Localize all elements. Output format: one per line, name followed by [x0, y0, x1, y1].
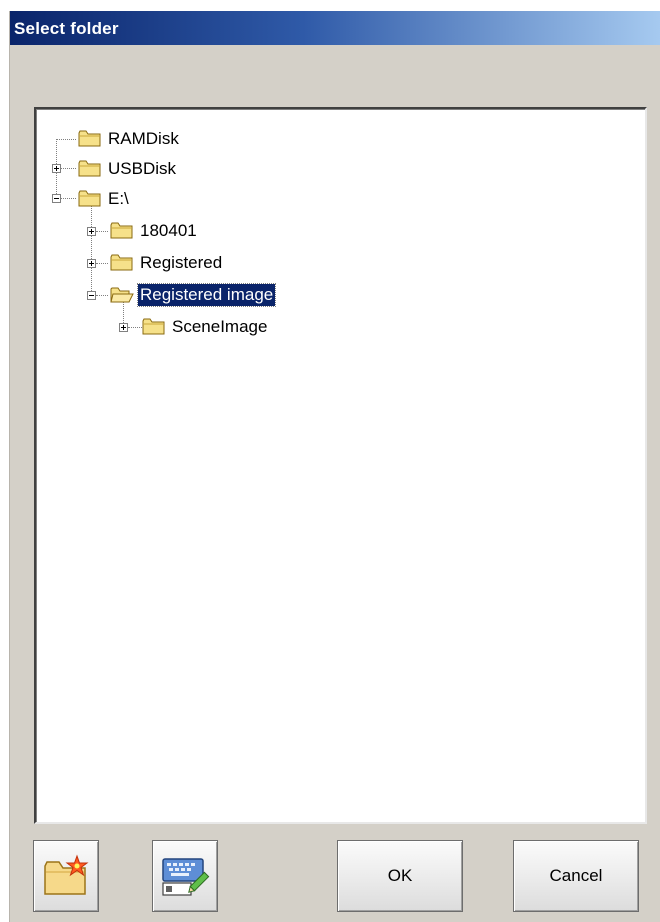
folder-icon: [78, 130, 101, 147]
window-title: Select folder: [14, 19, 119, 38]
tree-line: [96, 295, 108, 296]
folder-icon: [78, 190, 101, 207]
tree-node-label: E:\: [108, 189, 129, 208]
title-bar[interactable]: Select folder: [10, 11, 660, 45]
tree-node-label: USBDisk: [108, 159, 177, 178]
folder-tree[interactable]: RAMDisk USBDisk E:\ 180401 Registered Re…: [34, 107, 647, 824]
folder-icon: [110, 222, 133, 239]
tree-line: [61, 168, 76, 169]
tree-node-label: SceneImage: [172, 317, 268, 336]
ok-button[interactable]: OK: [337, 840, 463, 912]
new-folder-button[interactable]: [33, 840, 99, 912]
tree-node-label: Registered image: [136, 283, 277, 307]
expand-icon[interactable]: [87, 227, 96, 236]
collapse-icon[interactable]: [87, 291, 96, 300]
tree-node-label: 180401: [140, 221, 197, 240]
folder-icon: [142, 318, 165, 335]
tree-line: [91, 204, 92, 295]
select-folder-dialog: Select folder RAMDisk USBDisk E:\ 180401…: [9, 11, 660, 922]
expand-icon[interactable]: [119, 323, 128, 332]
tree-line: [56, 139, 76, 140]
tree-node-label: RAMDisk: [108, 129, 179, 148]
open-folder-icon: [110, 287, 134, 303]
tree-line: [96, 231, 108, 232]
new-folder-icon: [44, 854, 89, 895]
cancel-button[interactable]: Cancel: [513, 840, 639, 912]
folder-icon: [110, 254, 133, 271]
expand-icon[interactable]: [52, 164, 61, 173]
expand-icon[interactable]: [87, 259, 96, 268]
collapse-icon[interactable]: [52, 194, 61, 203]
tree-node-label: Registered: [140, 253, 223, 272]
folder-icon: [78, 160, 101, 177]
rename-button[interactable]: [152, 840, 218, 912]
keyboard-edit-icon: [162, 858, 210, 896]
tree-line: [128, 327, 142, 328]
tree-line: [61, 198, 76, 199]
tree-line: [96, 263, 108, 264]
